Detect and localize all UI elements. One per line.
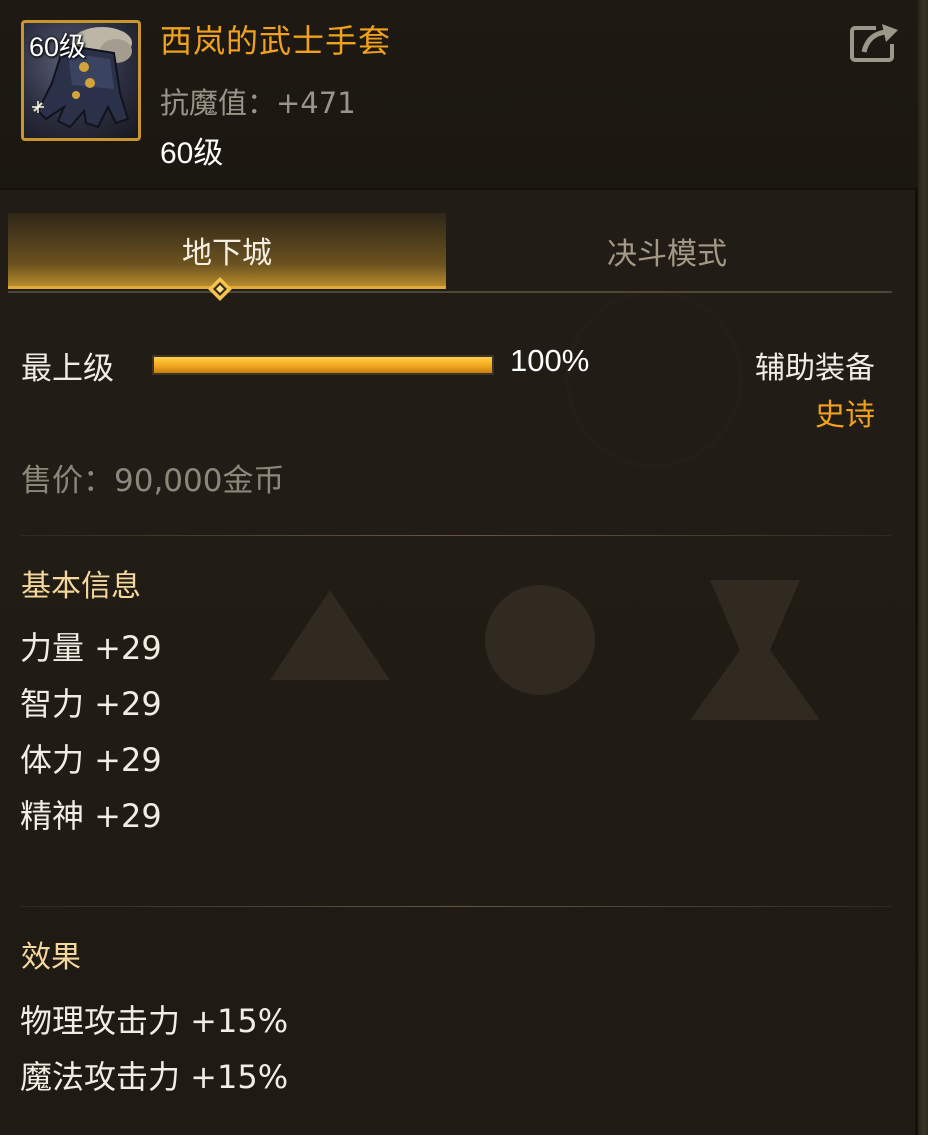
effect-physical-attack: 物理攻击力 +15% [20,1002,289,1040]
upgrade-level-label: 最上级 [21,351,114,387]
mode-tabs: 地下城 决斗模式 [8,213,892,293]
item-resist-stat: 抗魔值：+471 [160,86,356,120]
item-header: 60级 西岚的武士手套 抗魔值：+471 60级 [0,0,918,190]
stat-strength: 力量 +29 [20,629,162,667]
effects-title: 效果 [21,940,81,975]
sell-price: 售价：90,000金币 [21,463,285,499]
stat-vitality: 体力 +29 [20,741,162,779]
item-tooltip-panel: 60级 西岚的武士手套 抗魔值：+471 60级 地下城 决斗模式 最上级 10… [0,0,918,1135]
item-level: 60级 [160,137,224,170]
basic-info-title: 基本信息 [21,569,141,604]
rarity-label: 史诗 [815,398,875,433]
stat-spirit: 精神 +29 [20,797,162,835]
background-emblem [565,290,743,468]
upgrade-progress-bar [152,355,494,375]
stat-intelligence: 智力 +29 [20,685,162,723]
glove-item-icon[interactable]: 60级 [21,20,141,141]
upgrade-progress-fill [154,357,492,373]
upgrade-progress-text: 100% [510,343,590,378]
share-icon [850,22,900,62]
icon-level-badge: 60级 [29,32,87,62]
tab-duel-mode[interactable]: 决斗模式 [448,213,886,289]
divider [21,906,891,907]
item-name: 西岚的武士手套 [160,22,392,60]
effect-magic-attack: 魔法攻击力 +15% [20,1058,289,1096]
panel-edge [918,0,928,1135]
equipment-type: 辅助装备 [755,351,875,386]
diamond-marker-icon [208,277,232,301]
divider [21,535,891,536]
share-button[interactable] [848,18,904,66]
background-ornament [270,580,820,720]
